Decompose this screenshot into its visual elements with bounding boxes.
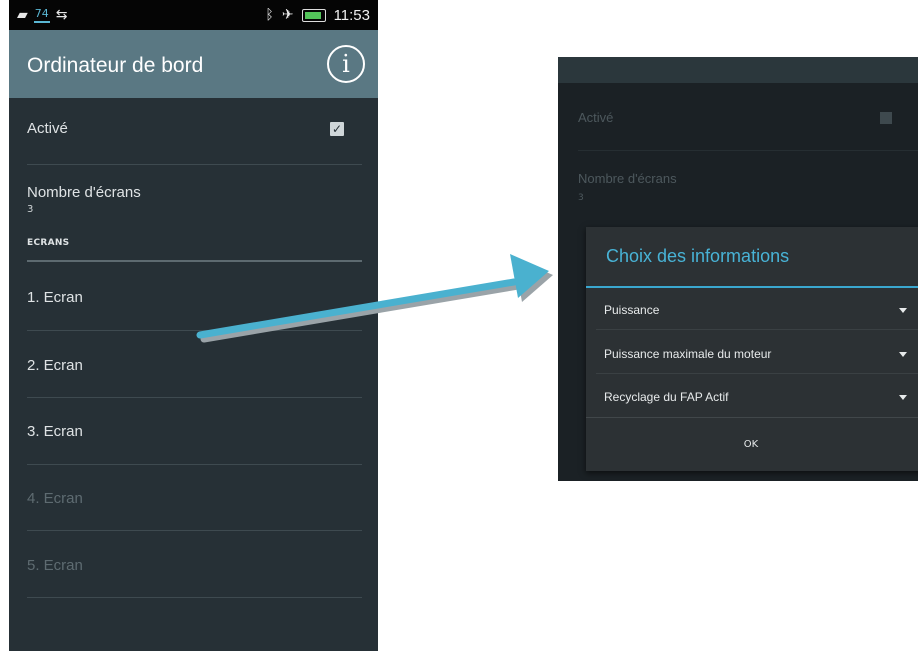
transition-arrow bbox=[196, 254, 553, 343]
arrow-body bbox=[196, 254, 549, 339]
